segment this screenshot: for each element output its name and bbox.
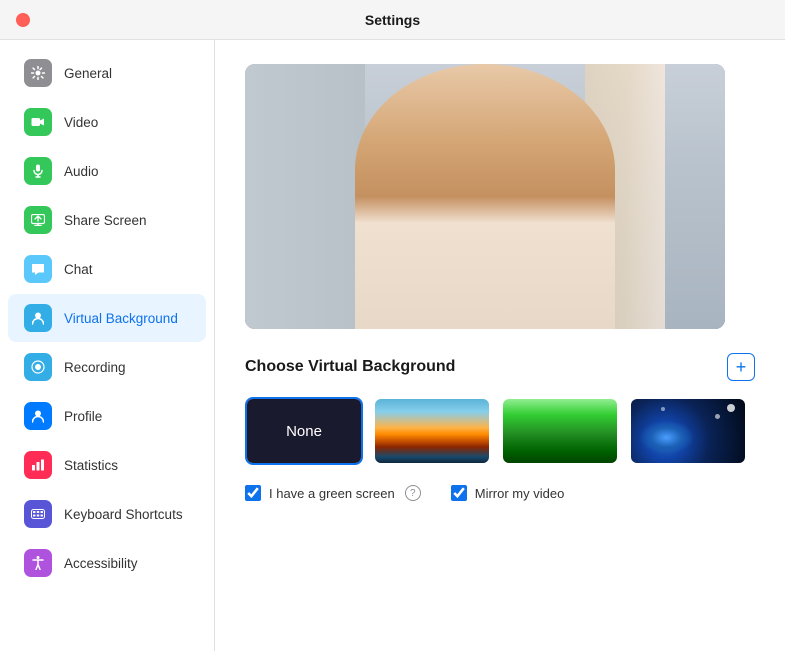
content-area: Choose Virtual Background + None I have … [215,40,785,651]
sidebar-item-label-recording: Recording [64,360,126,375]
sidebar-item-label-accessibility: Accessibility [64,556,138,571]
main-layout: General Video Audio Share Screen Chat Vi… [0,40,785,651]
mirror-video-label: Mirror my video [475,486,565,501]
background-options: None [245,397,755,465]
chat-icon [24,255,52,283]
choose-background-section: Choose Virtual Background + None [245,353,755,465]
sidebar-item-label-keyboard-shortcuts: Keyboard Shortcuts [64,507,183,522]
window-title: Settings [365,12,420,28]
sidebar-item-chat[interactable]: Chat [8,245,206,293]
video-icon [24,108,52,136]
close-button[interactable] [16,13,30,27]
green-screen-checkbox[interactable] [245,485,261,501]
green-screen-help-icon[interactable]: ? [405,485,421,501]
recording-icon [24,353,52,381]
audio-icon [24,157,52,185]
sidebar-item-label-general: General [64,66,112,81]
background-option-grass[interactable] [501,397,619,465]
sidebar-item-label-video: Video [64,115,98,130]
sidebar-item-accessibility[interactable]: Accessibility [8,539,206,587]
background-option-bridge[interactable] [373,397,491,465]
sidebar-item-label-statistics: Statistics [64,458,118,473]
green-screen-label: I have a green screen [269,486,395,501]
mirror-video-checkbox[interactable] [451,485,467,501]
choose-title: Choose Virtual Background [245,358,455,376]
sidebar: General Video Audio Share Screen Chat Vi… [0,40,215,651]
add-background-button[interactable]: + [727,353,755,381]
general-icon [24,59,52,87]
background-option-earth[interactable] [629,397,747,465]
sidebar-item-video[interactable]: Video [8,98,206,146]
sidebar-item-label-virtual-background: Virtual Background [64,311,178,326]
sidebar-item-general[interactable]: General [8,49,206,97]
sidebar-item-statistics[interactable]: Statistics [8,441,206,489]
sidebar-item-keyboard-shortcuts[interactable]: Keyboard Shortcuts [8,490,206,538]
green-screen-option: I have a green screen ? [245,485,421,501]
keyboard-shortcuts-icon [24,500,52,528]
camera-feed [245,64,725,329]
sidebar-item-label-profile: Profile [64,409,102,424]
background-option-none[interactable]: None [245,397,363,465]
mirror-video-option: Mirror my video [451,485,565,501]
share-screen-icon [24,206,52,234]
accessibility-icon [24,549,52,577]
sidebar-item-label-share-screen: Share Screen [64,213,147,228]
choose-header: Choose Virtual Background + [245,353,755,381]
sidebar-item-label-audio: Audio [64,164,99,179]
sidebar-item-share-screen[interactable]: Share Screen [8,196,206,244]
checkboxes-section: I have a green screen ? Mirror my video [245,485,755,501]
sidebar-item-profile[interactable]: Profile [8,392,206,440]
sidebar-item-audio[interactable]: Audio [8,147,206,195]
title-bar: Settings [0,0,785,40]
sidebar-item-label-chat: Chat [64,262,93,277]
profile-icon [24,402,52,430]
sidebar-item-virtual-background[interactable]: Virtual Background [8,294,206,342]
sidebar-item-recording[interactable]: Recording [8,343,206,391]
video-preview [245,64,725,329]
virtual-background-icon [24,304,52,332]
statistics-icon [24,451,52,479]
